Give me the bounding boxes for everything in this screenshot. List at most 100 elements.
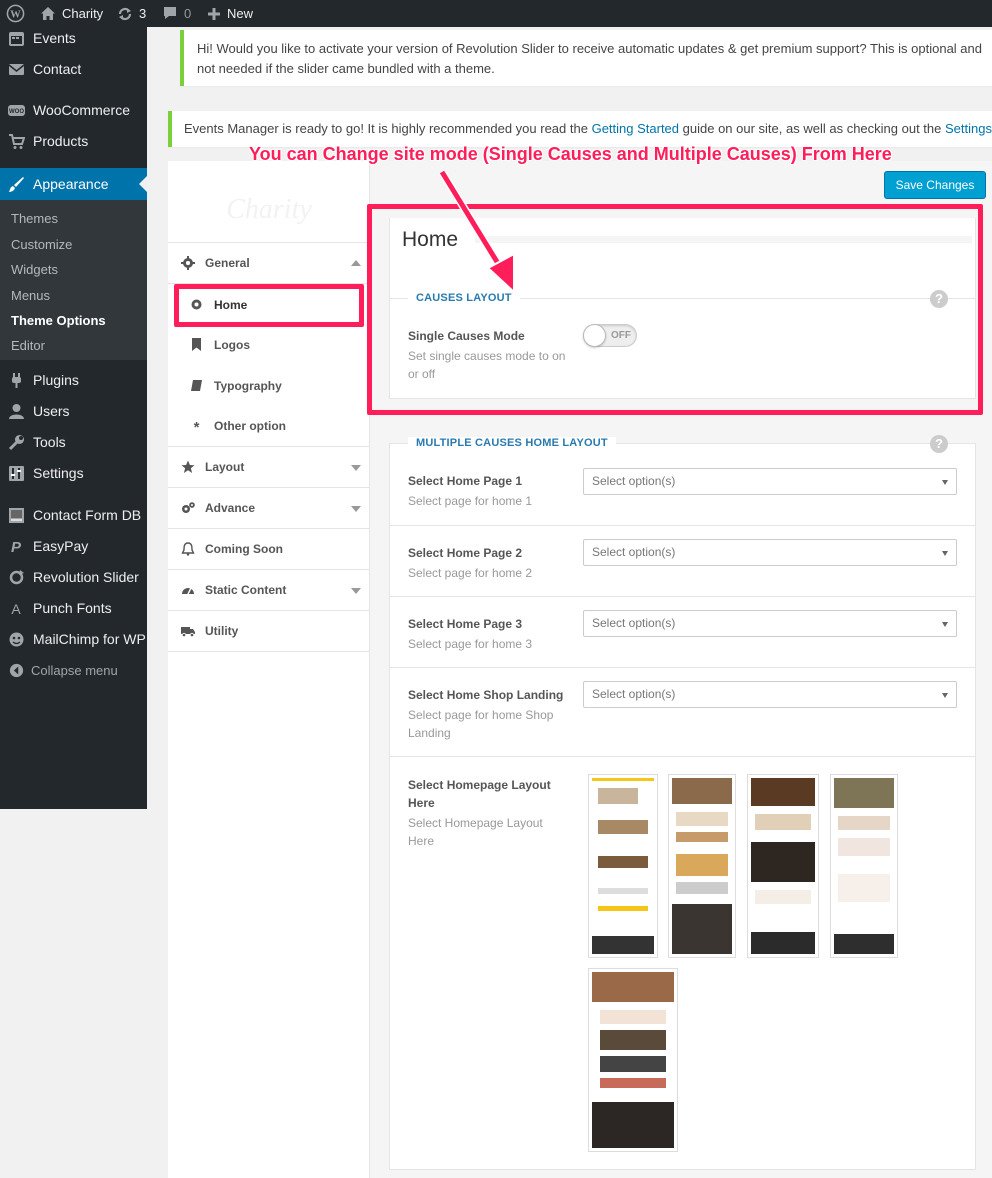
submenu-menus[interactable]: Menus bbox=[11, 288, 50, 303]
home-page-3-desc: Select page for home 3 bbox=[408, 637, 533, 651]
star-icon bbox=[181, 460, 195, 473]
svg-text:P: P bbox=[11, 539, 22, 555]
nav-label: Utility bbox=[205, 624, 239, 638]
home-page-3-select[interactable]: Select option(s) bbox=[583, 610, 957, 637]
appearance-submenu: Themes Customize Widgets Menus Theme Opt… bbox=[0, 200, 147, 360]
menu-label: Settings bbox=[33, 465, 84, 481]
nav-logos[interactable]: Logos bbox=[168, 325, 370, 365]
comments-link[interactable]: 0 bbox=[162, 0, 191, 27]
admin-bar: W Charity 3 0 New bbox=[0, 0, 992, 27]
nav-typography[interactable]: Typography bbox=[168, 366, 370, 406]
site-name: Charity bbox=[62, 6, 104, 21]
submenu-widgets[interactable]: Widgets bbox=[11, 262, 58, 277]
menu-easypay[interactable]: P EasyPay bbox=[0, 532, 147, 560]
nav-label: General bbox=[205, 256, 250, 270]
nav-label: Logos bbox=[214, 338, 250, 352]
help-icon[interactable]: ? bbox=[930, 435, 948, 453]
submenu-themes[interactable]: Themes bbox=[11, 211, 58, 226]
menu-label: WooCommerce bbox=[33, 102, 130, 118]
brush-icon bbox=[9, 177, 24, 192]
menu-events[interactable]: Events bbox=[0, 24, 147, 52]
home-page-1-label: Select Home Page 1 bbox=[408, 474, 523, 488]
menu-label: Appearance bbox=[33, 176, 109, 192]
layout-preview-image bbox=[834, 778, 894, 954]
nav-layout[interactable]: Layout bbox=[168, 447, 370, 488]
nav-static-content[interactable]: Static Content bbox=[168, 570, 370, 611]
annotation-arrow-icon bbox=[438, 169, 515, 295]
site-name-link[interactable]: Charity bbox=[40, 0, 103, 27]
menu-label: Users bbox=[33, 403, 70, 419]
cogs-icon bbox=[182, 502, 195, 513]
home-icon bbox=[41, 7, 55, 20]
svg-text:WOO: WOO bbox=[9, 109, 24, 115]
menu-tools[interactable]: Tools bbox=[0, 428, 147, 456]
font-icon: A bbox=[11, 601, 21, 617]
new-content-link[interactable]: New bbox=[207, 0, 253, 27]
layout-thumbnail-2[interactable] bbox=[668, 774, 736, 958]
row-divider bbox=[389, 596, 976, 597]
nav-other-option[interactable]: * Other option bbox=[168, 406, 370, 447]
menu-punch-fonts[interactable]: A Punch Fonts bbox=[0, 594, 147, 622]
home-page-2-select[interactable]: Select option(s) bbox=[583, 539, 957, 566]
menu-label: Contact bbox=[33, 61, 82, 77]
nav-advance[interactable]: Advance bbox=[168, 488, 370, 529]
home-page-1-desc: Select page for home 1 bbox=[408, 494, 533, 508]
layout-thumbnail-4[interactable] bbox=[830, 774, 898, 958]
save-changes-button[interactable]: Save Changes bbox=[884, 171, 986, 199]
svg-text:W: W bbox=[10, 9, 21, 20]
layout-thumbnail-3[interactable] bbox=[747, 774, 819, 958]
plug-icon bbox=[12, 373, 21, 388]
nav-coming-soon[interactable]: Coming Soon bbox=[168, 529, 370, 570]
collapse-menu-button[interactable]: Collapse menu bbox=[0, 657, 147, 685]
getting-started-link[interactable]: Getting Started bbox=[592, 121, 679, 136]
book-icon bbox=[191, 380, 202, 391]
nav-general[interactable]: General bbox=[168, 243, 370, 284]
settings-icon bbox=[9, 466, 24, 481]
mailchimp-icon bbox=[9, 632, 24, 647]
menu-users[interactable]: Users bbox=[0, 397, 147, 425]
menu-revolution-slider[interactable]: Revolution Slider bbox=[0, 563, 147, 591]
updates-count: 3 bbox=[139, 6, 147, 21]
nav-utility[interactable]: Utility bbox=[168, 611, 370, 652]
user-icon bbox=[9, 404, 24, 419]
layout-thumbnail-1[interactable] bbox=[588, 774, 658, 958]
calendar-icon bbox=[9, 32, 24, 46]
row-divider bbox=[389, 525, 976, 526]
chevron-up-icon bbox=[351, 260, 361, 266]
submenu-theme-options[interactable]: Theme Options bbox=[11, 313, 106, 328]
paypal-icon: P bbox=[11, 539, 22, 555]
woo-icon: WOO bbox=[8, 105, 25, 116]
cart-icon bbox=[9, 134, 25, 149]
new-label: New bbox=[227, 6, 254, 21]
settings-page-link[interactable]: Settings Page bbox=[945, 121, 992, 136]
wordpress-logo-icon[interactable]: W bbox=[6, 0, 25, 27]
layout-preview-image bbox=[751, 778, 815, 954]
menu-plugins[interactable]: Plugins bbox=[0, 366, 147, 394]
shop-landing-desc: Select page for home Shop Landing bbox=[408, 708, 554, 740]
menu-label: EasyPay bbox=[33, 538, 89, 554]
menu-appearance[interactable]: Appearance bbox=[0, 168, 147, 200]
submenu-customize[interactable]: Customize bbox=[11, 237, 72, 252]
svg-text:A: A bbox=[11, 601, 21, 617]
menu-label: Events bbox=[33, 30, 76, 46]
submenu-editor[interactable]: Editor bbox=[11, 338, 45, 353]
row-divider bbox=[389, 756, 976, 757]
nav-label: Layout bbox=[205, 460, 245, 474]
menu-contact-form-db[interactable]: Contact Form DB bbox=[0, 501, 147, 529]
shop-landing-select[interactable]: Select option(s) bbox=[583, 681, 957, 708]
homepage-layout-desc: Select Homepage Layout Here bbox=[408, 816, 543, 848]
bookmark-icon bbox=[192, 338, 201, 351]
updates-icon bbox=[118, 7, 132, 20]
menu-mailchimp[interactable]: MailChimp for WP bbox=[0, 625, 147, 653]
chevron-down-icon bbox=[351, 506, 361, 512]
layout-thumbnail-5[interactable] bbox=[588, 968, 678, 1152]
nav-label: Coming Soon bbox=[205, 542, 283, 556]
home-page-1-select[interactable]: Select option(s) bbox=[583, 468, 957, 495]
bell-icon bbox=[181, 542, 195, 556]
updates-link[interactable]: 3 bbox=[117, 0, 146, 27]
menu-contact[interactable]: Contact bbox=[0, 55, 147, 83]
menu-settings[interactable]: Settings bbox=[0, 459, 147, 487]
menu-products[interactable]: Products bbox=[0, 127, 147, 155]
menu-woocommerce[interactable]: WOO WooCommerce bbox=[0, 96, 147, 124]
menu-label: Collapse menu bbox=[31, 663, 118, 678]
